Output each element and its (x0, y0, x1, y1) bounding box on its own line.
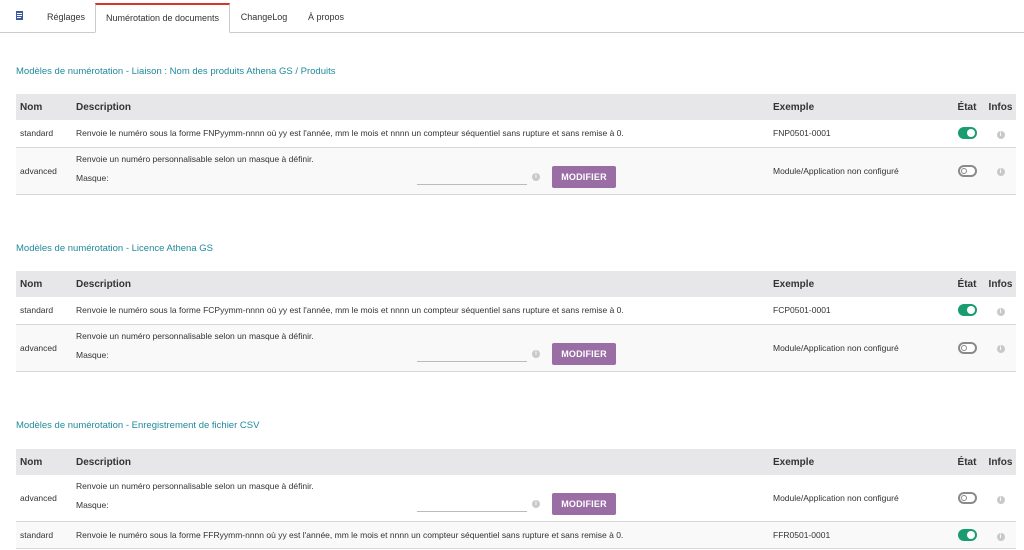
header-exemple: Exemple (773, 271, 949, 297)
info-icon[interactable]: i (996, 130, 1005, 139)
tab-changelog[interactable]: ChangeLog (232, 3, 296, 33)
row-description: Renvoie un numéro personnalisable selon … (76, 330, 314, 341)
modifier-button[interactable]: MODIFIER (552, 493, 616, 515)
header-etat: État (949, 94, 985, 120)
modifier-button[interactable]: MODIFIER (552, 165, 616, 188)
header-nom: Nom (16, 94, 76, 120)
numbering-table-liaison: Nom Description Exemple État Infos stand… (16, 94, 1016, 195)
row-exemple: Module/Application non configuré (773, 147, 949, 195)
table-row: advanced Renvoie un numéro personnalisab… (16, 475, 1016, 522)
row-nom: advanced (16, 324, 76, 372)
toggle-on-icon[interactable] (957, 304, 977, 317)
header-infos: Infos (985, 449, 1016, 475)
header-exemple: Exemple (773, 449, 949, 475)
header-description: Description (76, 449, 773, 475)
info-icon[interactable]: i (996, 307, 1005, 316)
table-header-row: Nom Description Exemple État Infos (16, 94, 1016, 120)
row-nom: standard (16, 521, 76, 549)
header-infos: Infos (985, 94, 1016, 120)
toggle-off-icon[interactable] (957, 492, 977, 504)
toggle-on-icon[interactable] (957, 127, 977, 140)
masque-input[interactable] (417, 345, 527, 362)
tab-a-propos[interactable]: À propos (298, 3, 354, 33)
section-title-licence: Modèles de numérotation - Licence Athena… (16, 243, 213, 254)
header-nom: Nom (16, 449, 76, 475)
row-exemple: FFR0501-0001 (773, 521, 949, 549)
table-row: advanced Renvoie un numéro personnalisab… (16, 324, 1016, 372)
header-description: Description (76, 271, 773, 297)
row-nom: advanced (16, 147, 76, 195)
tab-numerotation-documents[interactable]: Numérotation de documents (95, 3, 230, 33)
modifier-button[interactable]: MODIFIER (552, 342, 616, 365)
table-row: standard Renvoie le numéro sous la forme… (16, 521, 1016, 549)
table-header-row: Nom Description Exemple État Infos (16, 271, 1016, 297)
row-description: Renvoie le numéro sous la forme FNPyymm-… (76, 120, 773, 148)
tab-bar: Réglages Numérotation de documents Chang… (0, 0, 1024, 33)
header-exemple: Exemple (773, 94, 949, 120)
document-icon[interactable] (16, 11, 23, 20)
row-nom: standard (16, 120, 76, 148)
table-row: standard Renvoie le numéro sous la forme… (16, 120, 1016, 148)
info-icon[interactable]: i (996, 168, 1005, 176)
section-title-csv: Modèles de numérotation - Enregistrement… (16, 420, 260, 431)
numbering-table-licence: Nom Description Exemple État Infos stand… (16, 271, 1016, 372)
masque-label: Masque: (76, 172, 109, 183)
header-etat: État (949, 449, 985, 475)
numbering-table-csv: Nom Description Exemple État Infos advan… (16, 449, 1016, 549)
header-nom: Nom (16, 271, 76, 297)
info-icon[interactable]: i (996, 495, 1005, 504)
section-title-liaison: Modèles de numérotation - Liaison : Nom … (16, 66, 336, 77)
masque-label: Masque: (76, 349, 109, 360)
masque-info-icon[interactable]: i (532, 349, 540, 358)
header-description: Description (76, 94, 773, 120)
header-infos: Infos (985, 271, 1016, 297)
table-header-row: Nom Description Exemple État Infos (16, 449, 1016, 475)
info-icon[interactable]: i (996, 345, 1005, 353)
masque-input[interactable] (417, 496, 527, 512)
row-nom: standard (16, 297, 76, 325)
row-exemple: Module/Application non configuré (773, 475, 949, 522)
tab-reglages[interactable]: Réglages (38, 3, 94, 33)
toggle-off-icon[interactable] (957, 341, 977, 354)
row-nom: advanced (16, 475, 76, 522)
row-exemple: Module/Application non configuré (773, 324, 949, 372)
header-etat: État (949, 271, 985, 297)
row-description: Renvoie un numéro personnalisable selon … (76, 153, 314, 164)
row-exemple: FCP0501-0001 (773, 297, 949, 325)
row-description: Renvoie un numéro personnalisable selon … (76, 481, 314, 491)
toggle-on-icon[interactable] (957, 529, 977, 541)
masque-info-icon[interactable]: i (532, 500, 540, 508)
row-description: Renvoie le numéro sous la forme FCPyymm-… (76, 297, 773, 325)
masque-label: Masque: (76, 500, 109, 510)
toggle-off-icon[interactable] (957, 164, 977, 177)
masque-input[interactable] (417, 168, 527, 185)
row-exemple: FNP0501-0001 (773, 120, 949, 148)
row-description: Renvoie le numéro sous la forme FFRyymm-… (76, 521, 773, 549)
table-row: advanced Renvoie un numéro personnalisab… (16, 147, 1016, 195)
table-row: standard Renvoie le numéro sous la forme… (16, 297, 1016, 325)
info-icon[interactable]: i (996, 532, 1005, 541)
masque-info-icon[interactable]: i (532, 172, 540, 181)
